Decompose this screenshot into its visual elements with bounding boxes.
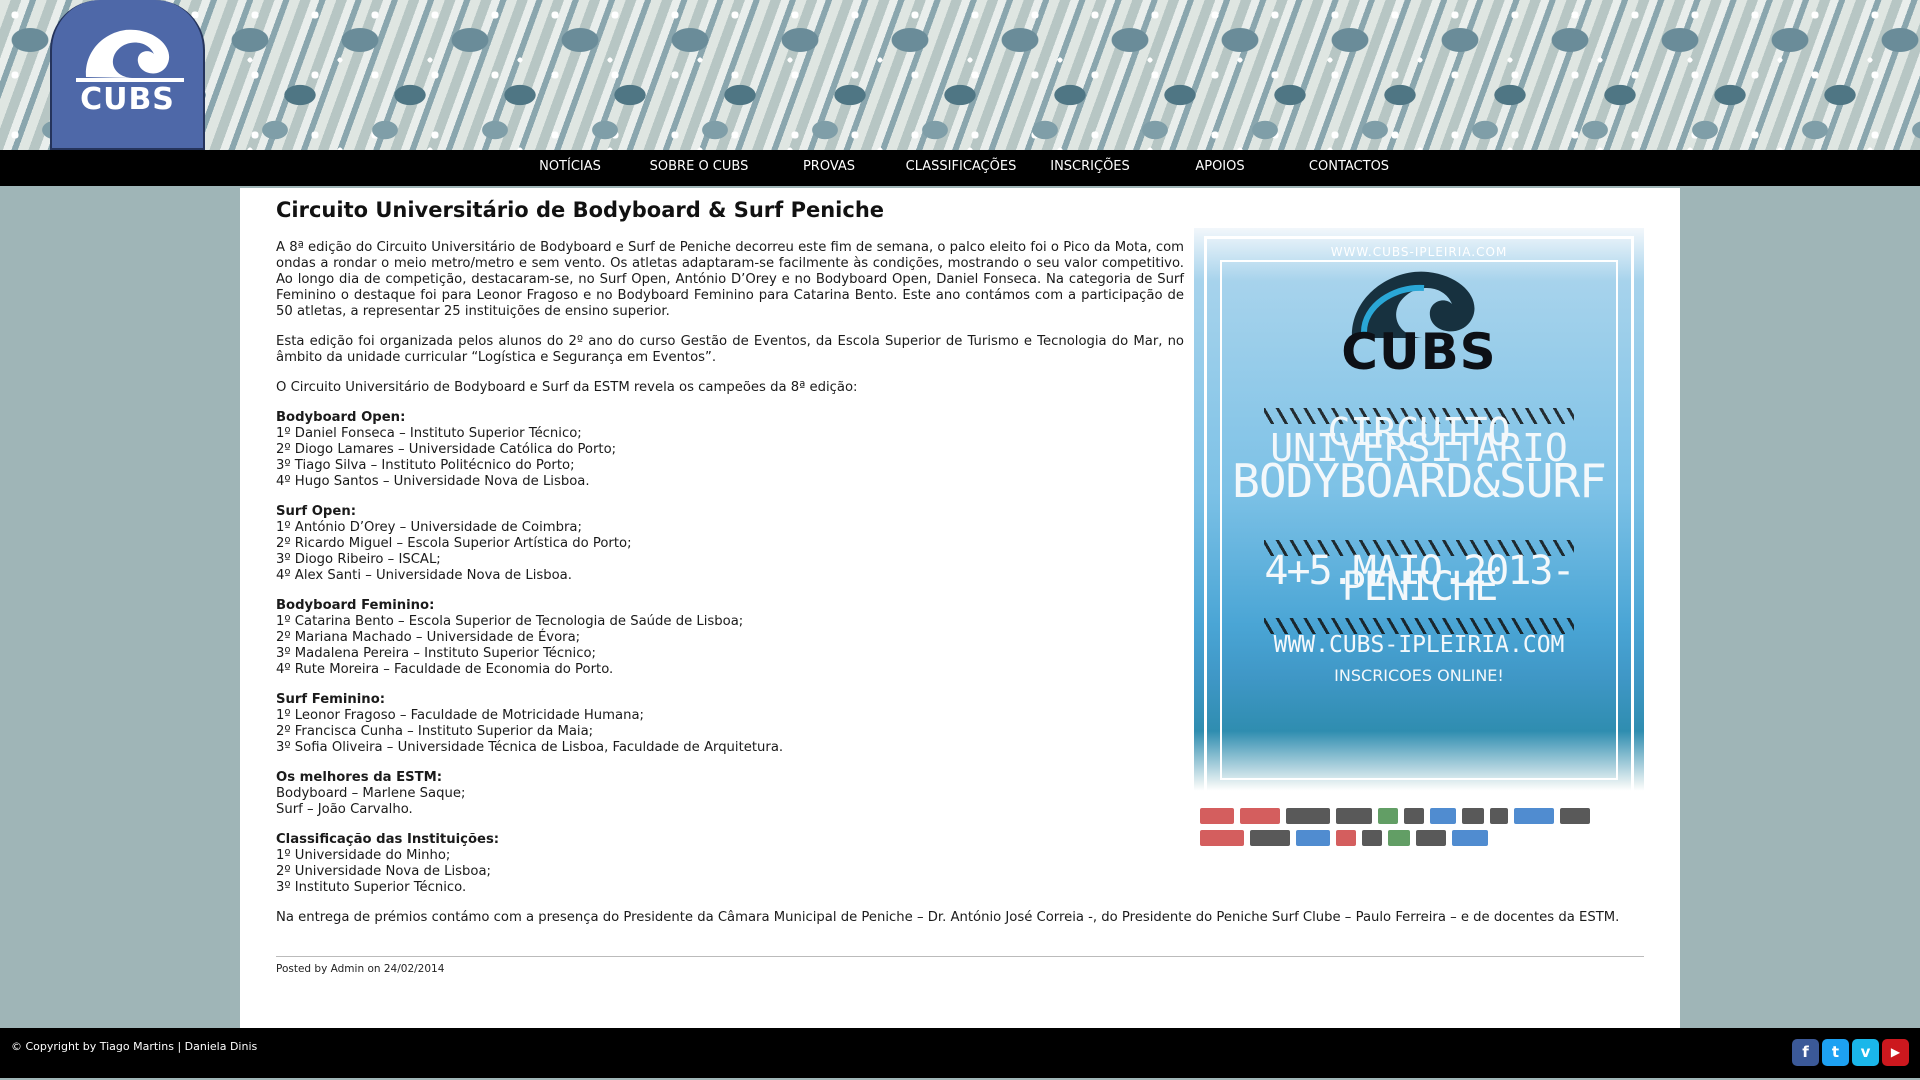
post-meta: Posted by Admin on 24/02/2014: [276, 956, 1644, 975]
closing-paragraph: Na entrega de prémios contámo com a pres…: [276, 910, 1620, 925]
content-panel: Circuito Universitário de Bodyboard & Su…: [240, 188, 1680, 1028]
facebook-icon[interactable]: f: [1792, 1039, 1819, 1066]
twitter-icon[interactable]: t: [1822, 1039, 1849, 1066]
youtube-icon[interactable]: ▶: [1882, 1039, 1909, 1066]
nav-item-classificacoes[interactable]: CLASSIFICAÇÕES: [896, 150, 1026, 186]
article-body: WWW.CUBS-IPLEIRIA.COM CUBS CIRCUITO UNIV…: [276, 228, 1644, 940]
nav-item-contactos[interactable]: CONTACTOS: [1284, 150, 1414, 186]
vimeo-icon[interactable]: v: [1852, 1039, 1879, 1066]
nav-item-apoios[interactable]: APOIOS: [1155, 150, 1285, 186]
post-title: Circuito Universitário de Bodyboard & Su…: [276, 198, 885, 222]
poster-signup-text: INSCRICOES ONLINE!: [1334, 666, 1504, 685]
event-poster-image[interactable]: WWW.CUBS-IPLEIRIA.COM CUBS CIRCUITO UNIV…: [1194, 228, 1644, 890]
poster-url-top: WWW.CUBS-IPLEIRIA.COM: [1330, 245, 1508, 259]
nav-item-sobre[interactable]: SOBRE O CUBS: [634, 150, 764, 186]
poster-sponsor-logos: [1194, 800, 1644, 890]
poster-line1: CIRCUITO UNIVERSITARIO: [1270, 410, 1568, 470]
main-nav: NOTÍCIAS SOBRE O CUBS PROVAS CLASSIFICAÇ…: [0, 150, 1920, 186]
poster-line2: BODYBOARD&SURF: [1232, 454, 1607, 508]
nav-item-inscricoes[interactable]: INSCRIÇÕES: [1025, 150, 1155, 186]
nav-item-noticias[interactable]: NOTÍCIAS: [505, 150, 635, 186]
poster-logo-text: CUBS: [1341, 323, 1497, 381]
footer: © Copyright by Tiago Martins | Daniela D…: [0, 1028, 1920, 1078]
header-banner: CUBS: [0, 0, 1920, 150]
wave-logo-icon: [76, 29, 184, 82]
site-logo[interactable]: CUBS: [50, 0, 205, 150]
poster-date: 4+5.MAIO.2013-PENICHE: [1264, 548, 1575, 610]
copyright-text: © Copyright by Tiago Martins | Daniela D…: [11, 1040, 258, 1053]
poster-url: WWW.CUBS-IPLEIRIA.COM: [1273, 632, 1565, 658]
logo-text: CUBS: [80, 82, 175, 117]
nav-item-provas[interactable]: PROVAS: [764, 150, 894, 186]
